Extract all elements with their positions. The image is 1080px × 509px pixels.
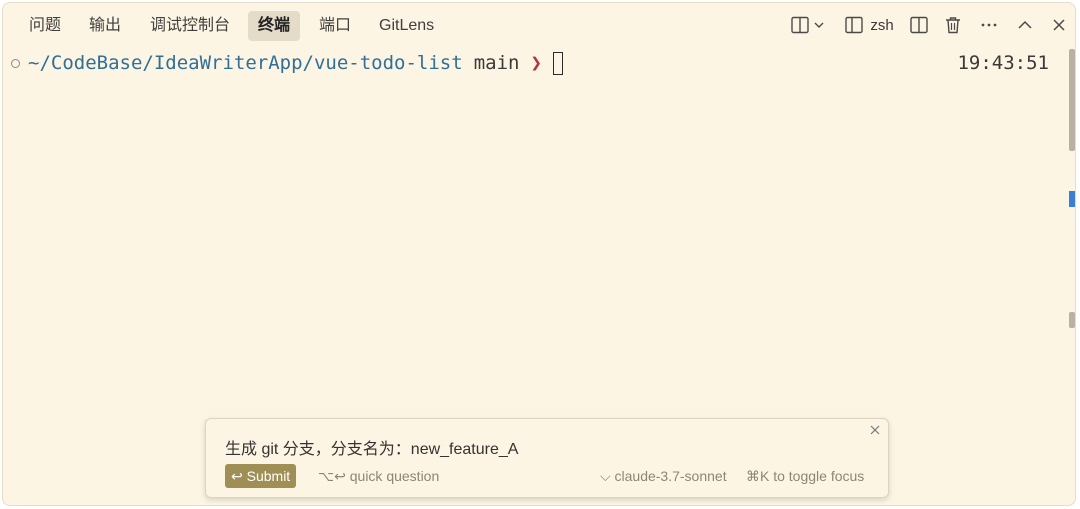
ellipsis-icon [981,23,997,27]
current-directory: ~/CodeBase/IdeaWriterApp/vue-todo-list [28,52,463,74]
command-status-icon [11,58,20,68]
tab-terminal[interactable]: 终端 [248,11,301,41]
close-panel-button[interactable] [1047,13,1071,37]
quick-question-hint[interactable]: ⌥↩ quick question [318,464,439,488]
terminal-icon [845,16,864,34]
tab-gitlens[interactable]: GitLens [369,11,444,41]
popup-close-button[interactable] [868,423,882,437]
tab-problems[interactable]: 问题 [19,11,71,41]
trash-icon [946,17,960,34]
shell-name: zsh [870,16,894,34]
git-branch: main [473,52,520,74]
ai-command-popup: 生成 git 分支，分支名为：new_feature_A ↩ Submit ⌥↩… [205,418,889,498]
terminal-selector[interactable]: zsh [841,13,897,37]
kill-terminal-button[interactable] [941,13,965,37]
tab-debug-console[interactable]: 调试控制台 [140,11,240,41]
prompt-symbol: ❯ [530,52,542,74]
model-name: claude-3.7-sonnet [614,468,727,484]
chevron-down-icon [814,22,824,28]
scrollbar-thumb[interactable] [1069,49,1075,151]
prompt-time: 19:43:51 [957,52,1049,74]
tab-ports[interactable]: 端口 [309,11,361,41]
submit-button[interactable]: ↩ Submit [225,464,297,488]
more-actions-button[interactable] [977,13,1001,37]
chevron-up-icon [1018,20,1032,29]
ai-prompt-input[interactable]: 生成 git 分支，分支名为：new_feature_A [225,435,518,459]
split-terminal-icon [791,16,809,34]
maximize-panel-button[interactable] [1013,13,1037,37]
toggle-panel-button[interactable] [907,13,931,37]
chevron-down-icon: ⌵ [600,468,611,484]
close-icon [1053,19,1065,31]
scrollbar-marker [1069,191,1075,207]
scrollbar-overview-marker [1069,312,1075,328]
tab-output[interactable]: 输出 [79,11,131,41]
terminal-prompt-line[interactable]: ~/CodeBase/IdeaWriterApp/vue-todo-list m… [11,49,563,77]
split-panel-icon [910,16,928,34]
terminal-cursor [552,51,563,75]
model-selector[interactable]: ⌵ claude-3.7-sonnet [600,464,727,488]
close-icon [870,425,880,435]
terminal-panel: 问题 输出 调试控制台 终端 端口 GitLens zsh ~/CodeBase… [2,2,1076,506]
panel-tab-bar: 问题 输出 调试控制台 终端 端口 GitLens zsh [3,3,1075,47]
terminal-scrollbar[interactable] [1069,49,1075,505]
split-terminal-button[interactable] [787,13,829,37]
toggle-focus-hint: ⌘K to toggle focus [746,468,865,484]
